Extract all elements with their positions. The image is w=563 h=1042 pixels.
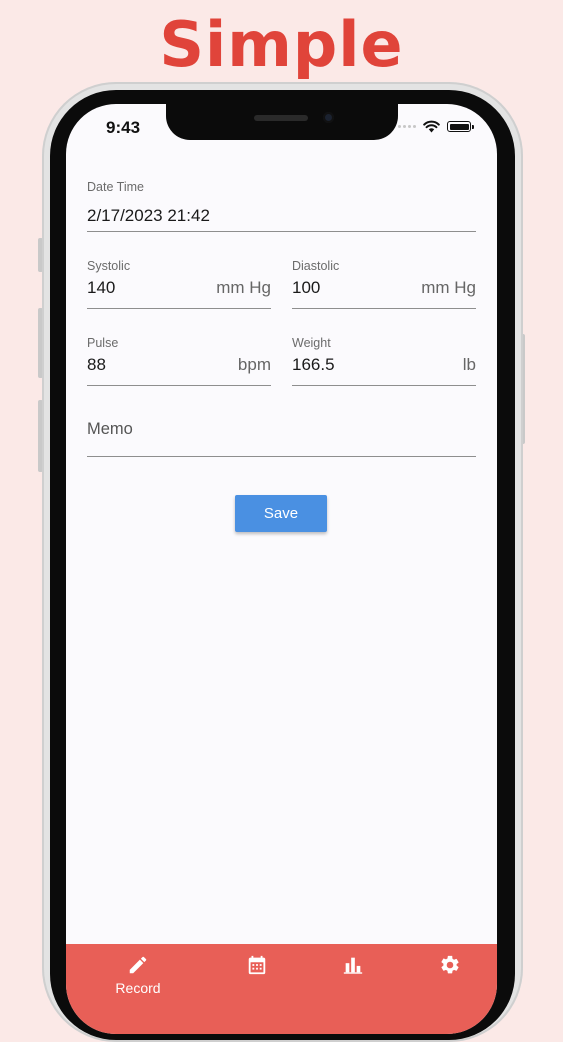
- pulse-underline: [87, 385, 271, 386]
- weight-label: Weight: [292, 336, 331, 350]
- status-time: 9:43: [106, 118, 141, 137]
- weight-unit: lb: [462, 355, 476, 374]
- camera-icon: [323, 112, 334, 123]
- battery-icon: [447, 121, 474, 132]
- status-icons: [398, 120, 474, 133]
- systolic-field[interactable]: Systolic 140 mm Hg: [87, 259, 271, 309]
- systolic-underline: [87, 308, 271, 309]
- datetime-underline: [87, 231, 476, 232]
- weight-value: 166.5: [292, 355, 335, 374]
- gear-icon: [441, 955, 459, 974]
- systolic-unit: mm Hg: [216, 278, 271, 297]
- diastolic-label: Diastolic: [292, 259, 340, 273]
- speaker-grille: [254, 115, 308, 121]
- datetime-field[interactable]: Date Time 2/17/2023 21:42: [87, 180, 476, 232]
- memo-field[interactable]: Memo: [87, 418, 476, 458]
- save-button[interactable]: Save: [235, 495, 327, 532]
- nav-record[interactable]: Record: [108, 954, 168, 996]
- pulse-value: 88: [87, 355, 106, 374]
- pulse-label: Pulse: [87, 336, 119, 350]
- bottom-nav: Record: [66, 944, 497, 1034]
- pulse-unit: bpm: [237, 355, 271, 374]
- memo-underline: [87, 456, 476, 457]
- wifi-icon: [423, 120, 440, 133]
- pulse-field[interactable]: Pulse 88 bpm: [87, 336, 271, 386]
- bar-chart-icon: [343, 957, 363, 974]
- systolic-value: 140: [87, 278, 116, 297]
- signal-icon: [398, 125, 416, 128]
- diastolic-underline: [292, 308, 476, 309]
- pencil-icon: [129, 956, 147, 974]
- nav-calendar[interactable]: [227, 954, 287, 976]
- diastolic-value: 100: [292, 278, 321, 297]
- nav-record-label: Record: [115, 980, 161, 996]
- nav-settings[interactable]: [420, 954, 480, 976]
- datetime-label: Date Time: [87, 180, 144, 194]
- systolic-label: Systolic: [87, 259, 131, 273]
- calendar-icon: [248, 955, 266, 975]
- weight-underline: [292, 385, 476, 386]
- app-screen: 9:43 Date Time 2/17/2023 21:42 Systolic …: [66, 104, 497, 1034]
- memo-placeholder: Memo: [87, 420, 133, 438]
- notch: [166, 104, 398, 140]
- diastolic-unit: mm Hg: [421, 278, 476, 297]
- datetime-value: 2/17/2023 21:42: [87, 206, 210, 225]
- nav-chart[interactable]: [323, 954, 383, 976]
- diastolic-field[interactable]: Diastolic 100 mm Hg: [292, 259, 476, 309]
- weight-field[interactable]: Weight 166.5 lb: [292, 336, 476, 386]
- headline: Simple: [159, 8, 404, 81]
